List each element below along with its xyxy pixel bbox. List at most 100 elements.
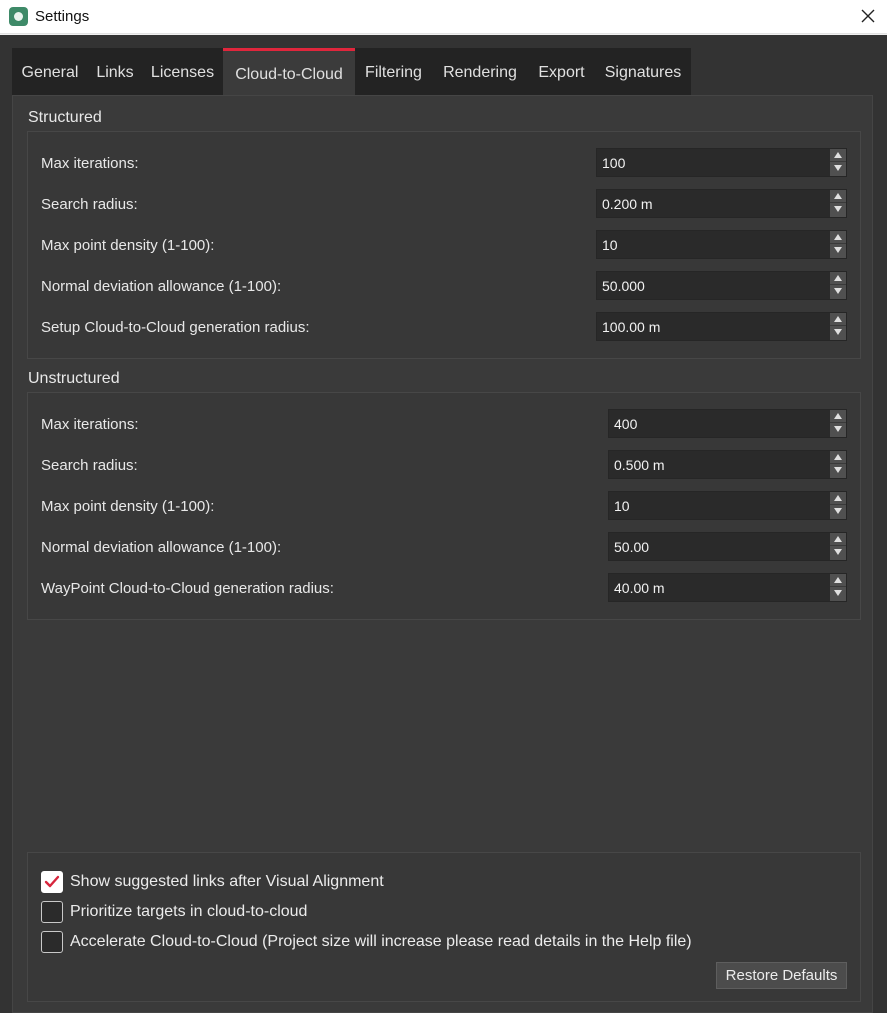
arrow-down-icon — [834, 247, 842, 253]
arrow-up-icon — [834, 316, 842, 322]
cloud-to-cloud-panel: Structured Max iterations: 100 Search ra… — [12, 95, 873, 1013]
spin-down-button[interactable] — [830, 464, 846, 477]
arrow-down-icon — [834, 165, 842, 171]
spinbox-arrows — [829, 492, 846, 519]
spin-up-button[interactable] — [830, 533, 846, 546]
unstructured-search-radius-label: Search radius: — [41, 457, 138, 474]
arrow-down-icon — [834, 549, 842, 555]
arrow-down-icon — [834, 329, 842, 335]
arrow-down-icon — [834, 426, 842, 432]
spinbox-arrows — [829, 149, 846, 176]
structured-max-iterations-label: Max iterations: — [41, 155, 139, 172]
spin-down-button[interactable] — [830, 587, 846, 600]
tab-export[interactable]: Export — [528, 48, 595, 95]
unstructured-max-iterations-label: Max iterations: — [41, 416, 139, 433]
structured-normal-deviation-spinbox[interactable]: 50.000 — [596, 271, 847, 300]
tab-filtering[interactable]: Filtering — [355, 48, 432, 95]
app-icon — [9, 7, 28, 26]
prioritize-targets-checkbox[interactable] — [41, 901, 63, 923]
arrow-down-icon — [834, 590, 842, 596]
accelerate-cloud-to-cloud-label: Accelerate Cloud-to-Cloud (Project size … — [70, 933, 692, 950]
structured-normal-deviation-label: Normal deviation allowance (1-100): — [41, 278, 282, 295]
structured-max-iterations-spinbox[interactable]: 100 — [596, 148, 847, 177]
spinbox-arrows — [829, 231, 846, 258]
accelerate-cloud-to-cloud-option[interactable]: Accelerate Cloud-to-Cloud (Project size … — [41, 931, 841, 955]
unstructured-search-radius-spinbox[interactable]: 0.500 m — [608, 450, 847, 479]
spinbox-value: 100.00 m — [602, 319, 661, 335]
spin-up-button[interactable] — [830, 272, 846, 285]
spin-up-button[interactable] — [830, 492, 846, 505]
tab-rendering[interactable]: Rendering — [432, 48, 528, 95]
spin-down-button[interactable] — [830, 423, 846, 436]
arrow-up-icon — [834, 275, 842, 281]
spin-down-button[interactable] — [830, 285, 846, 298]
structured-max-point-density-label: Max point density (1-100): — [41, 237, 215, 254]
structured-search-radius-label: Search radius: — [41, 196, 138, 213]
prioritize-targets-option[interactable]: Prioritize targets in cloud-to-cloud — [41, 901, 721, 925]
spin-up-button[interactable] — [830, 190, 846, 203]
unstructured-title: Unstructured — [28, 370, 120, 387]
unstructured-normal-deviation-label: Normal deviation allowance (1-100): — [41, 539, 282, 556]
spinbox-value: 50.00 — [614, 539, 650, 555]
spinbox-value: 100 — [602, 155, 626, 171]
spinbox-value: 50.000 — [602, 278, 645, 294]
window-title: Settings — [35, 8, 90, 25]
arrow-up-icon — [834, 454, 842, 460]
unstructured-max-iterations-spinbox[interactable]: 400 — [608, 409, 847, 438]
spinbox-value: 0.500 m — [614, 457, 665, 473]
accelerate-cloud-to-cloud-checkbox[interactable] — [41, 931, 63, 953]
spin-up-button[interactable] — [830, 149, 846, 162]
spin-down-button[interactable] — [830, 162, 846, 175]
arrow-up-icon — [834, 234, 842, 240]
spin-down-button[interactable] — [830, 546, 846, 559]
spinbox-arrows — [829, 410, 846, 437]
spinbox-value: 10 — [602, 237, 618, 253]
arrow-up-icon — [834, 193, 842, 199]
spinbox-value: 0.200 m — [602, 196, 653, 212]
spin-down-button[interactable] — [830, 203, 846, 216]
spin-up-button[interactable] — [830, 313, 846, 326]
structured-max-point-density-spinbox[interactable]: 10 — [596, 230, 847, 259]
spinbox-value: 10 — [614, 498, 630, 514]
spin-up-button[interactable] — [830, 574, 846, 587]
spinbox-arrows — [829, 533, 846, 560]
restore-defaults-button[interactable]: Restore Defaults — [716, 962, 847, 989]
arrow-up-icon — [834, 413, 842, 419]
settings-dialog: General Links Licenses Cloud-to-Cloud Fi… — [0, 35, 887, 1013]
options-group: Show suggested links after Visual Alignm… — [27, 852, 861, 1002]
structured-generation-radius-spinbox[interactable]: 100.00 m — [596, 312, 847, 341]
structured-group: Max iterations: 100 Search radius: 0.200… — [27, 131, 861, 359]
tab-general[interactable]: General — [12, 48, 88, 95]
tab-licenses[interactable]: Licenses — [142, 48, 223, 95]
arrow-up-icon — [834, 152, 842, 158]
arrow-up-icon — [834, 536, 842, 542]
unstructured-max-point-density-spinbox[interactable]: 10 — [608, 491, 847, 520]
tab-cloud-to-cloud[interactable]: Cloud-to-Cloud — [223, 48, 355, 95]
spin-down-button[interactable] — [830, 244, 846, 257]
tab-signatures[interactable]: Signatures — [595, 48, 691, 95]
arrow-down-icon — [834, 508, 842, 514]
show-suggested-links-checkbox[interactable] — [41, 871, 63, 893]
unstructured-generation-radius-spinbox[interactable]: 40.00 m — [608, 573, 847, 602]
arrow-down-icon — [834, 467, 842, 473]
structured-title: Structured — [28, 109, 102, 126]
spin-up-button[interactable] — [830, 231, 846, 244]
spin-up-button[interactable] — [830, 410, 846, 423]
spinbox-value: 400 — [614, 416, 638, 432]
spin-down-button[interactable] — [830, 505, 846, 518]
tab-links[interactable]: Links — [88, 48, 142, 95]
spinbox-value: 40.00 m — [614, 580, 665, 596]
show-suggested-links-option[interactable]: Show suggested links after Visual Alignm… — [41, 871, 721, 895]
arrow-down-icon — [834, 288, 842, 294]
close-icon — [861, 9, 875, 23]
structured-search-radius-spinbox[interactable]: 0.200 m — [596, 189, 847, 218]
spinbox-arrows — [829, 272, 846, 299]
spinbox-arrows — [829, 313, 846, 340]
close-button[interactable] — [849, 0, 887, 34]
unstructured-normal-deviation-spinbox[interactable]: 50.00 — [608, 532, 847, 561]
spin-up-button[interactable] — [830, 451, 846, 464]
checkmark-icon — [44, 875, 60, 888]
prioritize-targets-label: Prioritize targets in cloud-to-cloud — [70, 903, 308, 920]
spin-down-button[interactable] — [830, 326, 846, 339]
spinbox-arrows — [829, 451, 846, 478]
